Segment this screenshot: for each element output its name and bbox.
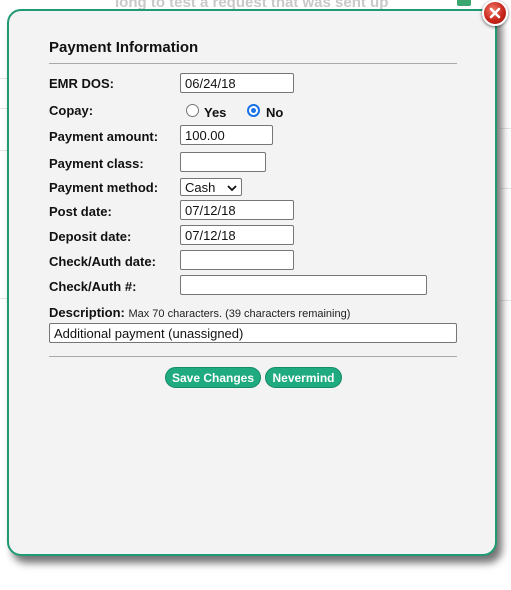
check-auth-date-label: Check/Auth date: <box>49 254 156 269</box>
description-input[interactable] <box>49 323 457 343</box>
background-badge <box>457 0 471 6</box>
nevermind-button[interactable]: Nevermind <box>265 367 342 388</box>
save-changes-button[interactable]: Save Changes <box>165 367 261 388</box>
description-hint: Max 70 characters. (39 characters remain… <box>128 308 351 320</box>
dialog-title: Payment Information <box>49 39 199 56</box>
post-date-input[interactable] <box>180 200 294 220</box>
background-divider <box>500 300 511 301</box>
copay-yes-label[interactable]: Yes <box>204 105 226 120</box>
close-button[interactable] <box>482 0 508 26</box>
deposit-date-input[interactable] <box>180 225 294 245</box>
check-auth-date-input[interactable] <box>180 250 294 270</box>
buttons-divider <box>49 356 457 357</box>
emr-dos-input[interactable] <box>180 73 294 93</box>
payment-information-dialog: Payment Information EMR DOS: Copay: Yes … <box>7 9 497 556</box>
copay-no-radio[interactable] <box>247 104 260 117</box>
title-divider <box>49 63 457 64</box>
payment-method-value: Cash <box>185 179 216 195</box>
payment-method-label: Payment method: <box>49 180 159 195</box>
post-date-label: Post date: <box>49 204 112 219</box>
description-label: Description: <box>49 305 125 320</box>
copay-label: Copay: <box>49 103 94 118</box>
copay-no-label[interactable]: No <box>266 105 283 120</box>
payment-method-select[interactable]: Cash <box>180 178 242 196</box>
payment-class-label: Payment class: <box>49 156 144 171</box>
deposit-date-label: Deposit date: <box>49 229 132 244</box>
payment-amount-label: Payment amount: <box>49 129 159 144</box>
payment-amount-input[interactable] <box>180 125 273 145</box>
background-divider <box>500 188 511 189</box>
description-label-row: Description: Max 70 characters. (39 char… <box>49 305 350 320</box>
check-auth-number-input[interactable] <box>180 275 427 295</box>
emr-dos-label: EMR DOS: <box>49 76 114 91</box>
copay-yes-radio[interactable] <box>186 104 199 117</box>
check-auth-number-label: Check/Auth #: <box>49 279 137 294</box>
chevron-down-icon <box>227 180 237 195</box>
background-divider <box>500 128 511 129</box>
payment-class-input[interactable] <box>180 152 266 172</box>
